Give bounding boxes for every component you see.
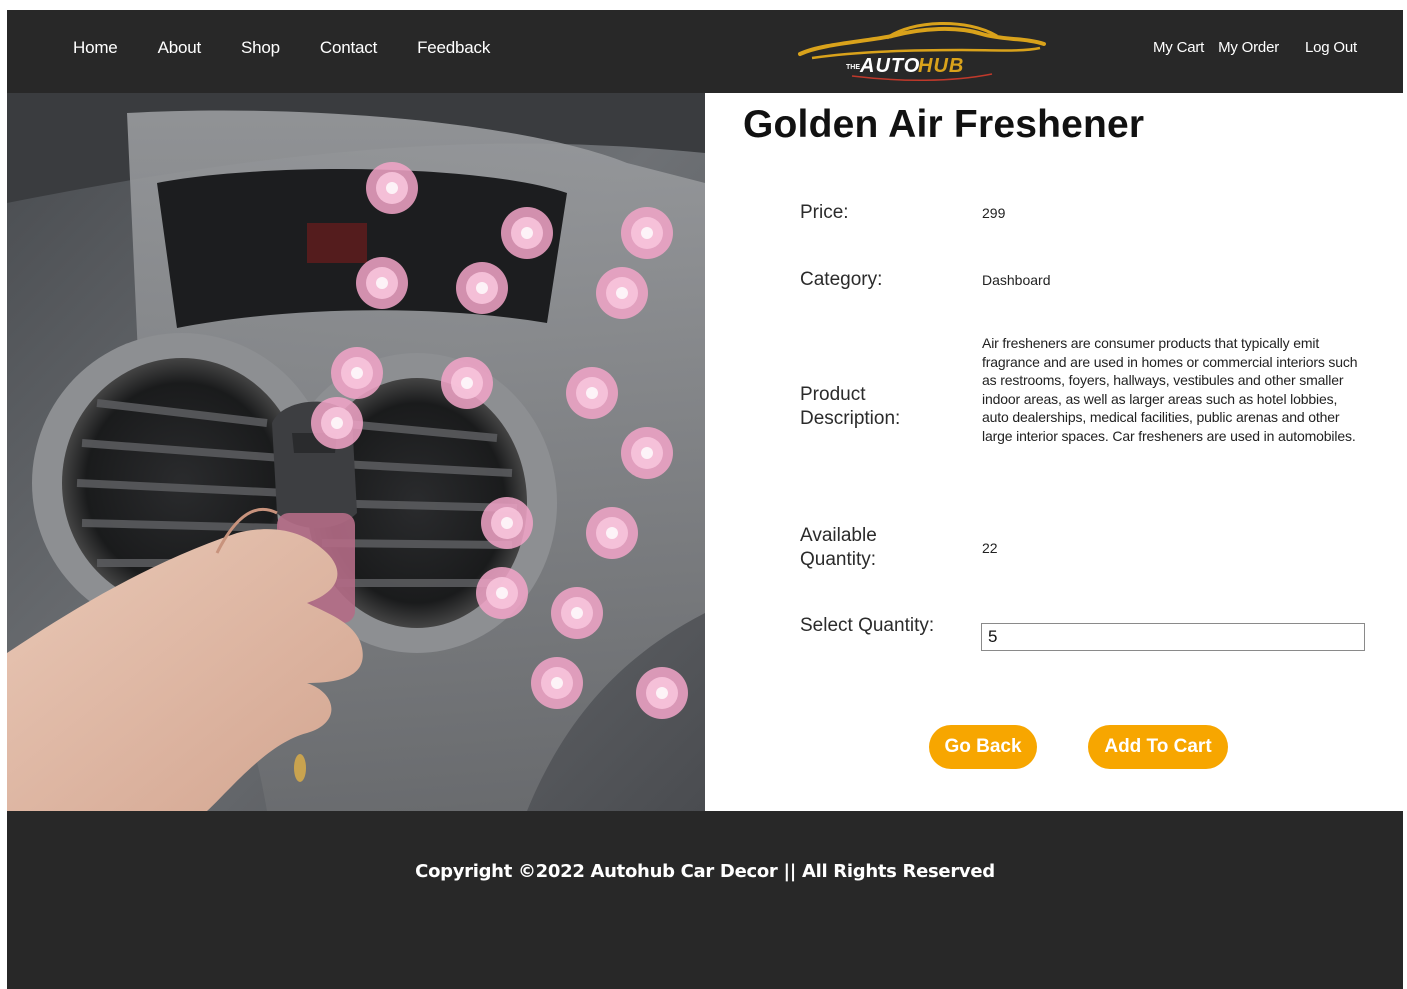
nav-contact-link[interactable]: Contact (320, 38, 377, 58)
description-value: Air fresheners are consumer products tha… (982, 335, 1358, 444)
copyright-text: Copyright ©2022 Autohub Car Decor || All… (415, 861, 995, 882)
add-to-cart-button[interactable]: Add To Cart (1088, 725, 1228, 769)
nav-about-link[interactable]: About (158, 38, 202, 58)
nav-feedback-link[interactable]: Feedback (417, 38, 490, 58)
select-quantity-input[interactable] (981, 623, 1365, 651)
category-label: Category: (800, 269, 883, 290)
price-value: 299 (982, 205, 1006, 221)
available-quantity-label: Available Quantity: (800, 525, 877, 570)
product-photo-illustration (7, 93, 705, 811)
autohub-logo[interactable]: THE AUTO HUB (792, 16, 1048, 86)
category-value: Dashboard (982, 272, 1051, 288)
product-title: Golden Air Freshener (743, 103, 1145, 146)
available-quantity-value: 22 (982, 540, 998, 556)
logo-small-text: THE (846, 64, 860, 71)
page: Home About Shop Contact Feedback THE AUT… (7, 10, 1403, 989)
price-label: Price: (800, 202, 849, 223)
nav-shop-link[interactable]: Shop (241, 38, 280, 58)
product-image (7, 93, 705, 811)
select-quantity-label: Select Quantity: (800, 615, 935, 636)
nav-home-link[interactable]: Home (73, 38, 118, 58)
nav-my-cart-link[interactable]: My Cart (1153, 39, 1204, 56)
logo-auto-text: AUTO (859, 55, 920, 77)
navbar: Home About Shop Contact Feedback THE AUT… (7, 10, 1403, 93)
product-detail-panel: Golden Air Freshener Price: 299 Category… (705, 93, 1403, 811)
logo-hub-text: HUB (918, 55, 964, 77)
nav-log-out-link[interactable]: Log Out (1305, 39, 1357, 56)
go-back-button[interactable]: Go Back (929, 725, 1037, 769)
footer: Copyright ©2022 Autohub Car Decor || All… (7, 811, 1403, 989)
nav-right: My Cart My Order Log Out (1139, 39, 1357, 56)
nav-left: Home About Shop Contact Feedback (73, 38, 530, 58)
nav-my-order-link[interactable]: My Order (1218, 39, 1279, 56)
description-label: Product Description: (800, 384, 901, 429)
